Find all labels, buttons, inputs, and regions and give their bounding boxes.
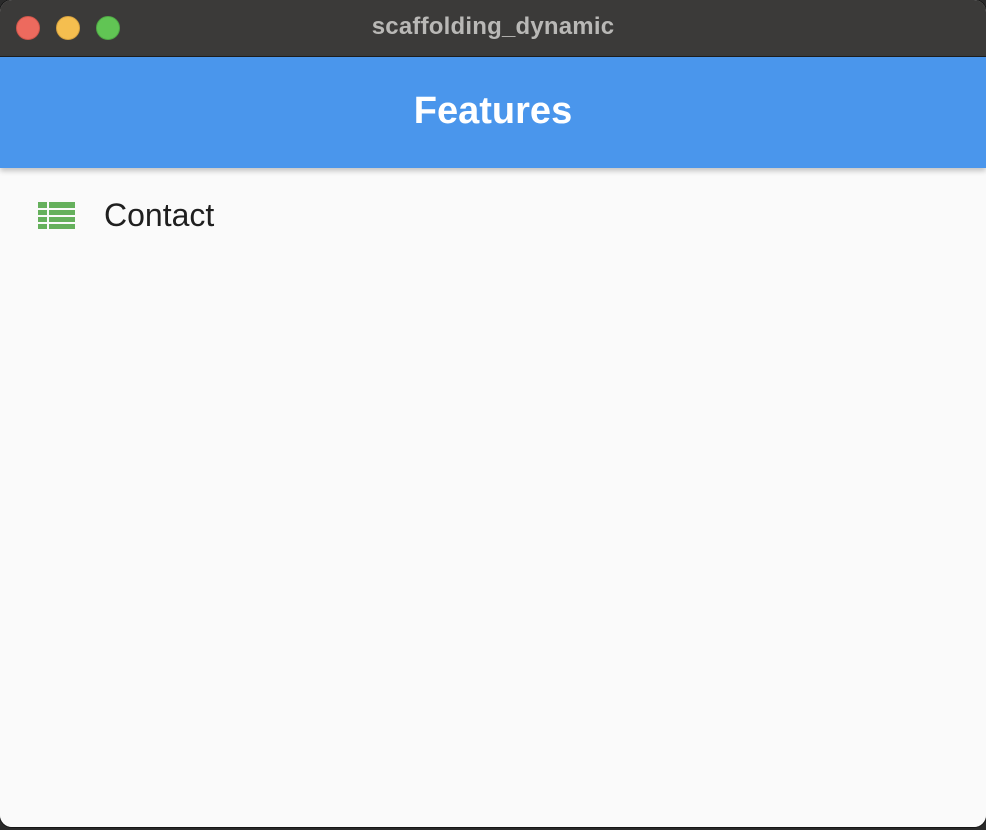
list-item-contact[interactable]: Contact: [0, 168, 986, 264]
list-item-label: Contact: [104, 197, 215, 233]
features-list: Contact: [0, 168, 986, 827]
window-titlebar[interactable]: scaffolding_dynamic: [0, 0, 986, 57]
page-title: Features: [413, 90, 573, 132]
app-window: scaffolding_dynamic Features Contact: [0, 0, 986, 827]
window-title: scaffolding_dynamic: [371, 13, 615, 40]
app-bar: Features: [0, 57, 986, 168]
table-rows-icon: [38, 202, 75, 229]
